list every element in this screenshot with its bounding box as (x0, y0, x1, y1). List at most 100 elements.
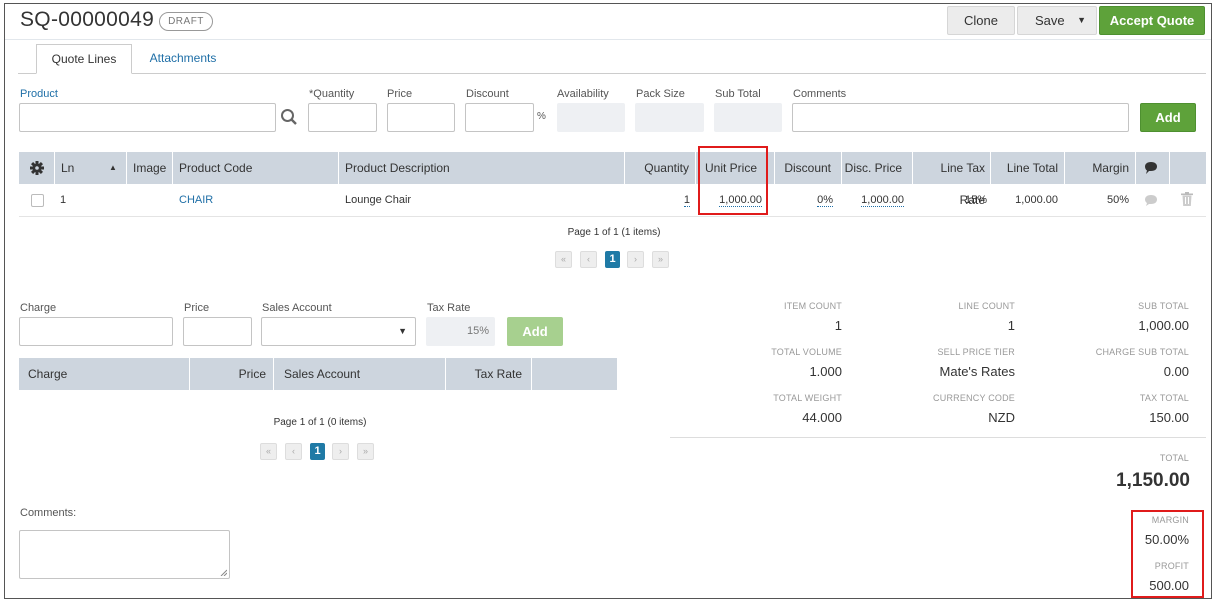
charge-price-input[interactable] (183, 317, 252, 346)
trash-icon[interactable] (1181, 192, 1193, 209)
total-volume-value: 1.000 (809, 364, 842, 379)
charges-page-1-button[interactable]: 1 (310, 443, 325, 460)
tax-total-label: TAX TOTAL (1139, 393, 1189, 403)
status-badge: DRAFT (159, 12, 213, 31)
sub-total-label: Sub Total (715, 88, 761, 100)
row-tax-rate: 15% (964, 194, 987, 206)
lines-pagination-text: Page 1 of 1 (1 items) (567, 227, 661, 238)
col-sales-account[interactable]: Sales Account (284, 358, 360, 390)
sell-price-tier-label: SELL PRICE TIER (937, 347, 1015, 357)
quote-comments-label: Comments: (20, 507, 77, 519)
row-comment-icon[interactable] (1144, 194, 1158, 209)
page-1-button[interactable]: 1 (605, 251, 620, 268)
charge-label: Charge (20, 302, 57, 314)
sales-account-label: Sales Account (262, 302, 332, 314)
percent-suffix: % (537, 111, 546, 122)
sell-price-tier-value: Mate's Rates (939, 364, 1015, 379)
col-product-description[interactable]: Product Description (345, 152, 450, 184)
col-charge-tax-rate[interactable]: Tax Rate (445, 358, 522, 390)
charges-last-page-button[interactable]: » (357, 443, 374, 460)
clone-button[interactable]: Clone (947, 6, 1015, 35)
charges-pagination-text: Page 1 of 1 (0 items) (273, 417, 367, 428)
header-divider (5, 39, 1211, 40)
margin-profit-highlight (1131, 510, 1204, 598)
search-icon[interactable] (280, 108, 298, 129)
col-discount[interactable]: Discount (774, 152, 831, 184)
next-page-button[interactable]: › (627, 251, 644, 268)
col-charge[interactable]: Charge (28, 358, 67, 390)
pack-size-field (635, 103, 704, 132)
accept-quote-button[interactable]: Accept Quote (1099, 6, 1205, 35)
lines-table-header: Ln ▲ Image Product Code Product Descript… (19, 152, 1206, 207)
col-image: Image (133, 161, 167, 175)
col-charge-price[interactable]: Price (189, 358, 266, 390)
sub-total-field (714, 103, 782, 132)
item-count-label: ITEM COUNT (784, 301, 842, 311)
tax-total-value: 150.00 (1149, 410, 1189, 425)
col-ln[interactable]: Ln (61, 152, 74, 184)
add-charge-button[interactable]: Add (507, 317, 563, 346)
line-count-label: LINE COUNT (958, 301, 1015, 311)
total-label: TOTAL (1159, 453, 1189, 463)
charges-next-page-button[interactable]: › (332, 443, 349, 460)
row-disc-price[interactable]: 1,000.00 (845, 194, 904, 207)
page-title: SQ-00000049 (20, 8, 155, 31)
charge-tax-rate-label: Tax Rate (427, 302, 471, 314)
chevron-down-icon: ▼ (398, 326, 407, 336)
item-count-value: 1 (834, 318, 842, 333)
charge-input[interactable] (19, 317, 173, 346)
col-quantity[interactable]: Quantity (624, 152, 689, 184)
row-product-description: Lounge Chair (345, 194, 412, 206)
col-margin[interactable]: Margin (1064, 152, 1129, 184)
row-checkbox[interactable] (31, 194, 44, 207)
product-input[interactable] (19, 103, 276, 132)
quantity-input[interactable] (308, 103, 377, 132)
currency-code-label: CURRENCY CODE (933, 393, 1015, 403)
charge-tax-rate-field: 15% (426, 317, 495, 346)
first-page-button[interactable]: « (555, 251, 572, 268)
tab-attachments[interactable]: Attachments (140, 44, 226, 74)
availability-field (557, 103, 625, 132)
charges-prev-page-button[interactable]: ‹ (285, 443, 302, 460)
col-line-tax-rate[interactable]: Line Tax Rate (912, 152, 985, 207)
price-input[interactable] (387, 103, 455, 132)
prev-page-button[interactable]: ‹ (580, 251, 597, 268)
row-disc-price-value: 1,000.00 (861, 194, 904, 207)
quote-comments-textarea[interactable] (19, 530, 230, 579)
last-page-button[interactable]: » (652, 251, 669, 268)
row-ln: 1 (60, 194, 67, 206)
summary-divider (670, 437, 1206, 438)
resize-handle-icon (220, 569, 227, 576)
pack-size-label: Pack Size (636, 88, 685, 100)
sales-account-select[interactable]: ▼ (261, 317, 416, 346)
total-volume-label: TOTAL VOLUME (771, 347, 842, 357)
comments-label: Comments (793, 88, 847, 100)
save-button[interactable]: Save ▼ (1017, 6, 1097, 35)
gear-icon[interactable] (30, 152, 44, 184)
col-line-total[interactable]: Line Total (990, 152, 1058, 184)
tab-quote-lines[interactable]: Quote Lines (36, 44, 132, 74)
row-product-code[interactable]: CHAIR (179, 194, 213, 206)
charges-first-page-button[interactable]: « (260, 443, 277, 460)
quantity-label: *Quantity (309, 88, 355, 100)
sort-asc-icon[interactable]: ▲ (109, 152, 117, 184)
charge-sub-total-value: 0.00 (1163, 364, 1189, 379)
unit-price-highlight (698, 146, 768, 215)
row-discount[interactable]: 0% (780, 194, 833, 207)
charge-price-label: Price (184, 302, 210, 314)
availability-label: Availability (557, 88, 609, 100)
charges-table-header: Charge Price Sales Account Tax Rate (19, 358, 617, 390)
price-label: Price (387, 88, 413, 100)
add-line-button[interactable]: Add (1140, 103, 1196, 132)
sub-total-summary-value: 1,000.00 (1138, 318, 1189, 333)
discount-input[interactable] (465, 103, 534, 132)
row-quantity[interactable]: 1 (640, 194, 690, 207)
chevron-down-icon: ▼ (1077, 15, 1086, 25)
total-weight-value: 44.000 (802, 410, 842, 425)
comment-bubble-icon (1144, 152, 1158, 184)
comments-input[interactable] (792, 103, 1129, 132)
col-disc-price[interactable]: Disc. Price (841, 152, 902, 184)
col-product-code[interactable]: Product Code (179, 152, 252, 184)
total-weight-label: TOTAL WEIGHT (773, 393, 842, 403)
row-quantity-value: 1 (683, 194, 690, 207)
